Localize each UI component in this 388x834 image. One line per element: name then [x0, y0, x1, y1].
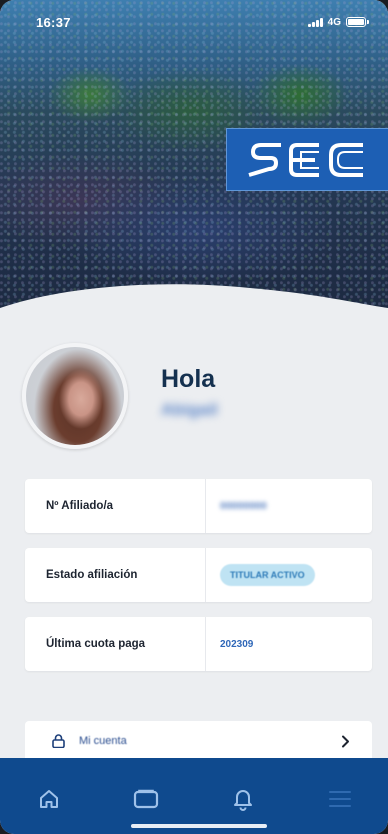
- bell-icon: [233, 790, 252, 811]
- hero-curve: [0, 284, 388, 330]
- status-indicators: 4G: [308, 16, 369, 28]
- status-bar: 16:37 4G: [0, 0, 388, 44]
- card-label: Estado afiliación: [46, 569, 138, 581]
- nav-notifications[interactable]: [223, 784, 263, 814]
- last-payment-card: Última cuota paga 202309: [25, 617, 372, 671]
- battery-icon: [346, 17, 369, 27]
- my-account-item[interactable]: Mi cuenta: [25, 721, 372, 761]
- home-indicator: [131, 824, 267, 828]
- nav-menu[interactable]: [320, 784, 360, 814]
- card-icon: [133, 789, 158, 809]
- card-label: Última cuota paga: [46, 638, 146, 650]
- avatar[interactable]: [22, 343, 128, 449]
- home-icon: [39, 790, 58, 808]
- last-payment-value: 202309: [220, 638, 254, 650]
- network-type: 4G: [327, 16, 341, 28]
- affiliate-number-value: 00000000: [220, 500, 267, 512]
- user-name: Abigail: [161, 400, 218, 419]
- affiliate-number-card: Nº Afiliado/a 00000000: [25, 479, 372, 533]
- menu-icon: [328, 791, 351, 807]
- greeting: Hola: [161, 365, 216, 393]
- status-time: 16:37: [36, 14, 71, 30]
- my-account-label: Mi cuenta: [79, 735, 127, 747]
- nav-card[interactable]: [126, 784, 166, 814]
- sec-logo-icon: [247, 142, 363, 177]
- sec-logo: [226, 128, 388, 191]
- status-badge: TITULAR ACTIVO: [220, 564, 315, 586]
- bottom-nav: [0, 758, 388, 834]
- signal-icon: [308, 17, 323, 27]
- card-label: Nº Afiliado/a: [46, 500, 114, 512]
- lock-icon: [52, 734, 65, 748]
- app-screen: 16:37 4G Hola Abigail Nº Afiliado/a 0000…: [0, 0, 388, 834]
- nav-home[interactable]: [29, 784, 69, 814]
- profile-header: Hola Abigail: [22, 343, 372, 449]
- chevron-right-icon: [342, 735, 349, 747]
- affiliation-status-card: Estado afiliación TITULAR ACTIVO: [25, 548, 372, 602]
